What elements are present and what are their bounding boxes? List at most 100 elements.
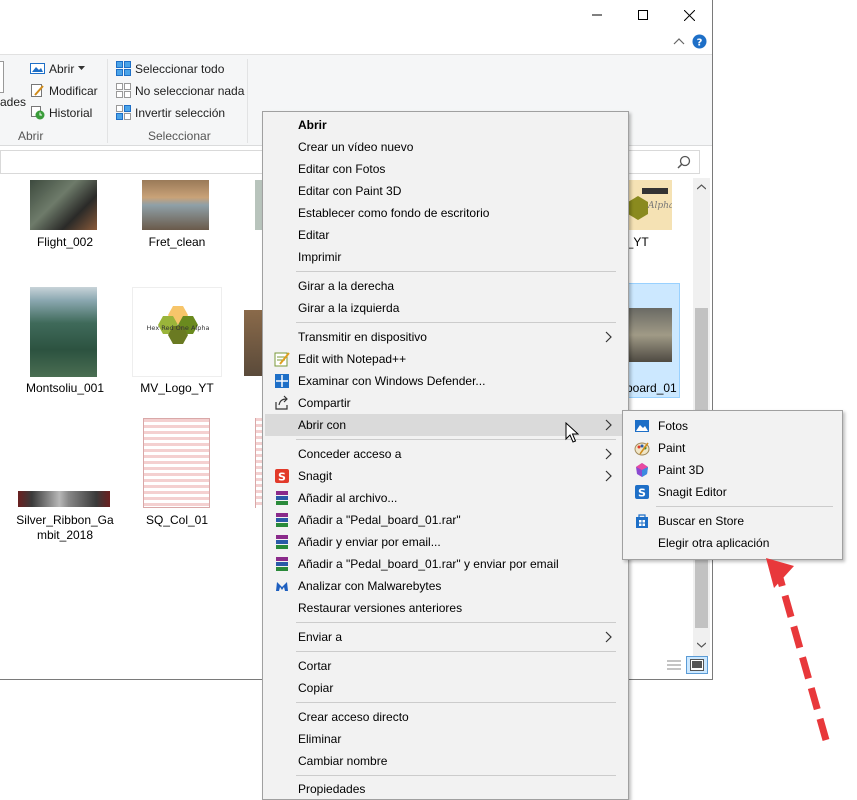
menu-item-label: Transmitir en dispositivo bbox=[298, 330, 427, 344]
menu-item-cortar[interactable]: Cortar bbox=[265, 655, 626, 677]
propiedades-icon bbox=[0, 61, 4, 93]
winrar-icon bbox=[276, 513, 288, 527]
file-label[interactable]: MV_Logo_YT bbox=[122, 381, 232, 396]
close-button[interactable] bbox=[666, 0, 712, 30]
menu-item-anadir-rar[interactable]: Añadir a "Pedal_board_01.rar" bbox=[265, 509, 626, 531]
menu-item-label: Edit with Notepad++ bbox=[298, 352, 407, 366]
menu-item-editar-paint3d[interactable]: Editar con Paint 3D bbox=[265, 180, 626, 202]
menu-item-abrir[interactable]: Abrir bbox=[265, 114, 626, 136]
svg-text:?: ? bbox=[697, 38, 703, 49]
file-thumbnail[interactable] bbox=[628, 308, 672, 362]
menu-item-girar-derecha[interactable]: Girar a la derecha bbox=[265, 275, 626, 297]
file-thumbnail[interactable] bbox=[18, 491, 110, 507]
menu-item-label: Examinar con Windows Defender... bbox=[298, 374, 486, 388]
chevron-right-icon bbox=[605, 331, 612, 343]
menu-item-compartir[interactable]: Compartir bbox=[265, 392, 626, 414]
file-label[interactable]: Flight_002 bbox=[10, 235, 120, 250]
menu-item-label: Propiedades bbox=[298, 782, 366, 796]
invert-selection-button[interactable]: Invertir selección bbox=[116, 105, 225, 120]
select-all-icon bbox=[116, 61, 131, 76]
scroll-up-icon[interactable] bbox=[697, 184, 706, 190]
snagit-icon: S bbox=[275, 469, 289, 484]
menu-item-label: Añadir al archivo... bbox=[298, 491, 398, 505]
chevron-up-icon[interactable] bbox=[673, 37, 685, 45]
hex-logo-icon: Hex Red One Alpha bbox=[147, 306, 209, 344]
menu-item-crear-video[interactable]: Crear un vídeo nuevo bbox=[265, 136, 626, 158]
menu-item-propiedades[interactable]: Propiedades bbox=[265, 778, 626, 800]
abrir-button[interactable]: Abrir bbox=[30, 61, 86, 76]
menu-item-crear-acceso[interactable]: Crear acceso directo bbox=[265, 706, 626, 728]
select-all-button[interactable]: Seleccionar todo bbox=[116, 61, 224, 76]
menu-separator bbox=[296, 622, 616, 623]
submenu-item-fotos[interactable]: Fotos bbox=[625, 415, 842, 437]
select-none-button[interactable]: No seleccionar nada bbox=[116, 83, 244, 98]
file-label[interactable]: Silver_Ribbon_Ga mbit_2018 bbox=[10, 513, 120, 543]
menu-item-fondo-escritorio[interactable]: Establecer como fondo de escritorio bbox=[265, 202, 626, 224]
menu-item-snagit[interactable]: S Snagit bbox=[265, 465, 626, 487]
menu-item-defender[interactable]: Examinar con Windows Defender... bbox=[265, 370, 626, 392]
file-thumbnail[interactable] bbox=[244, 310, 263, 376]
maximize-icon bbox=[638, 10, 648, 20]
menu-separator bbox=[296, 775, 616, 776]
menu-item-label: Cortar bbox=[298, 659, 332, 673]
file-thumbnail[interactable] bbox=[30, 180, 97, 230]
edit-icon bbox=[31, 84, 44, 97]
submenu-item-buscar-store[interactable]: Buscar en Store bbox=[625, 510, 842, 532]
file-label[interactable]: Montsoliu_001 bbox=[10, 381, 120, 396]
menu-item-cambiar-nombre[interactable]: Cambiar nombre bbox=[265, 750, 626, 772]
minimize-button[interactable] bbox=[574, 0, 620, 30]
menu-item-malwarebytes[interactable]: Analizar con Malwarebytes bbox=[265, 575, 626, 597]
menu-item-anadir-enviar[interactable]: Añadir y enviar por email... bbox=[265, 531, 626, 553]
file-thumbnail[interactable] bbox=[142, 180, 209, 230]
menu-item-label: Crear un vídeo nuevo bbox=[298, 140, 414, 154]
menu-item-label: Conceder acceso a bbox=[298, 447, 402, 461]
menu-item-notepadpp[interactable]: Edit with Notepad++ bbox=[265, 348, 626, 370]
menu-item-copiar[interactable]: Copiar bbox=[265, 677, 626, 699]
help-icon[interactable]: ? bbox=[692, 34, 707, 49]
submenu-item-paint3d[interactable]: Paint 3D bbox=[625, 459, 842, 481]
menu-item-label: Imprimir bbox=[298, 250, 342, 264]
file-thumbnail[interactable]: Alpha bbox=[628, 180, 672, 230]
close-icon bbox=[683, 9, 695, 21]
tank-logo-icon: Alpha bbox=[628, 188, 672, 220]
chevron-right-icon bbox=[605, 631, 612, 643]
winrar-icon bbox=[276, 491, 288, 505]
maximize-button[interactable] bbox=[620, 0, 666, 30]
menu-item-anadir-rar-enviar[interactable]: Añadir a "Pedal_board_01.rar" y enviar p… bbox=[265, 553, 626, 575]
menu-item-eliminar[interactable]: Eliminar bbox=[265, 728, 626, 750]
menu-item-imprimir[interactable]: Imprimir bbox=[265, 246, 626, 268]
details-view-icon[interactable] bbox=[666, 658, 682, 672]
menu-item-label: Editar bbox=[298, 228, 330, 242]
file-thumbnail[interactable] bbox=[30, 287, 97, 377]
scroll-down-icon[interactable] bbox=[697, 642, 706, 648]
menu-item-transmitir[interactable]: Transmitir en dispositivo bbox=[265, 326, 626, 348]
submenu-item-snagit-editor[interactable]: S Snagit Editor bbox=[625, 481, 842, 503]
file-label[interactable]: Fret_clean bbox=[122, 235, 232, 250]
menu-item-enviar-a[interactable]: Enviar a bbox=[265, 626, 626, 648]
file-thumbnail[interactable] bbox=[143, 418, 210, 508]
open-with-submenu: Fotos Paint Paint 3D S Snagit Editor Bus… bbox=[622, 410, 843, 560]
menu-item-label: Girar a la derecha bbox=[298, 279, 395, 293]
menu-item-girar-izquierda[interactable]: Girar a la izquierda bbox=[265, 297, 626, 319]
select-all-label: Seleccionar todo bbox=[135, 61, 225, 76]
invert-selection-icon bbox=[116, 105, 131, 120]
file-thumbnail[interactable]: Hex Red One Alpha bbox=[132, 287, 222, 377]
menu-separator bbox=[296, 651, 616, 652]
submenu-item-label: Paint bbox=[658, 441, 686, 455]
large-icons-view-icon bbox=[690, 659, 704, 671]
file-label[interactable]: SQ_Col_01 bbox=[122, 513, 232, 528]
large-icons-view-button[interactable] bbox=[686, 656, 708, 674]
menu-item-conceder-acceso[interactable]: Conceder acceso a bbox=[265, 443, 626, 465]
menu-item-restaurar[interactable]: Restaurar versiones anteriores bbox=[265, 597, 626, 619]
propiedades-button[interactable]: ades bbox=[0, 95, 26, 109]
menu-item-label: Snagit bbox=[298, 469, 333, 483]
menu-item-anadir-archivo[interactable]: Añadir al archivo... bbox=[265, 487, 626, 509]
menu-item-editar[interactable]: Editar bbox=[265, 224, 626, 246]
modificar-button[interactable]: Modificar bbox=[30, 83, 98, 98]
menu-item-editar-fotos[interactable]: Editar con Fotos bbox=[265, 158, 626, 180]
menu-item-label: Enviar a bbox=[298, 630, 343, 644]
historial-button[interactable]: Historial bbox=[30, 105, 92, 120]
minimize-icon bbox=[592, 14, 602, 16]
modificar-label: Modificar bbox=[49, 83, 98, 98]
submenu-item-paint[interactable]: Paint bbox=[625, 437, 842, 459]
